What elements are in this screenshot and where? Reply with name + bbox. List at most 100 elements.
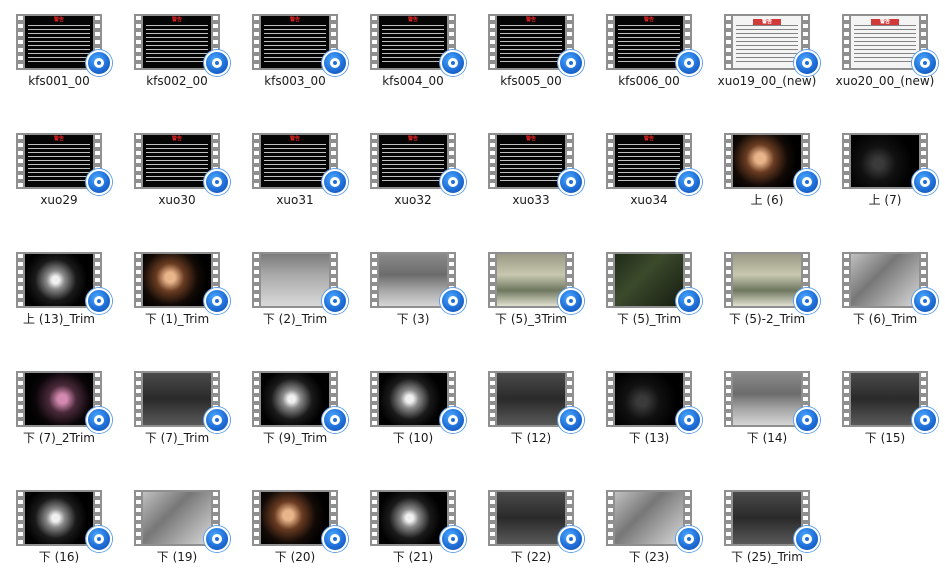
file-item[interactable]: 上 (7) — [830, 119, 940, 227]
thumbnail-frame — [261, 254, 329, 306]
thumbnail-frame: 警告 — [25, 16, 93, 68]
file-item[interactable]: 下 (7)_Trim — [122, 357, 232, 465]
film-strip-left — [134, 14, 143, 70]
video-player-icon — [558, 407, 584, 433]
file-item[interactable]: 警告 kfs001_00 — [4, 0, 114, 108]
file-item[interactable]: 下 (5)-2_Trim — [712, 238, 822, 346]
file-name-label: 下 (15) — [864, 431, 906, 445]
film-strip-left — [370, 371, 379, 427]
file-item[interactable]: 下 (5)_Trim — [594, 238, 704, 346]
video-player-icon — [86, 526, 112, 552]
film-strip-left — [606, 252, 615, 308]
file-item[interactable]: 警告 xuo33 — [476, 119, 586, 227]
film-strip-left — [370, 252, 379, 308]
video-player-icon — [86, 50, 112, 76]
file-name-label: 下 (16) — [38, 550, 80, 564]
film-strip-left — [16, 490, 25, 546]
file-name-label: kfs001_00 — [28, 74, 90, 88]
warning-text-lines — [382, 25, 444, 65]
file-item[interactable]: 警告 kfs002_00 — [122, 0, 232, 108]
thumbnail-frame: 警告 — [615, 16, 683, 68]
film-strip-left — [488, 490, 497, 546]
file-item[interactable]: 下 (9)_Trim — [240, 357, 350, 465]
file-item[interactable]: 下 (22) — [476, 476, 586, 582]
file-item[interactable]: 警告 xuo32 — [358, 119, 468, 227]
video-player-icon — [322, 169, 348, 195]
file-item[interactable]: 下 (10) — [358, 357, 468, 465]
video-player-icon — [204, 526, 230, 552]
file-item[interactable]: 上 (13)_Trim — [4, 238, 114, 346]
file-item[interactable]: 警告 kfs003_00 — [240, 0, 350, 108]
file-item[interactable]: 下 (16) — [4, 476, 114, 582]
video-player-icon — [794, 288, 820, 314]
file-item[interactable]: 下 (25)_Trim — [712, 476, 822, 582]
thumbnail-frame — [851, 254, 919, 306]
thumbnail-frame — [25, 373, 93, 425]
video-player-icon — [676, 288, 702, 314]
thumbnail-frame — [615, 254, 683, 306]
film-strip-left — [488, 371, 497, 427]
thumbnail-frame — [615, 373, 683, 425]
thumbnail-frame — [25, 492, 93, 544]
film-strip-left — [252, 371, 261, 427]
video-player-icon — [204, 407, 230, 433]
thumbnail-frame — [143, 254, 211, 306]
warning-text-lines — [146, 144, 208, 184]
file-name-label: 下 (19) — [156, 550, 198, 564]
file-item[interactable]: 警告 xuo34 — [594, 119, 704, 227]
video-player-icon — [440, 50, 466, 76]
file-item[interactable]: 下 (20) — [240, 476, 350, 582]
file-item[interactable]: 下 (13) — [594, 357, 704, 465]
file-item[interactable]: 上 (6) — [712, 119, 822, 227]
file-item[interactable]: 下 (19) — [122, 476, 232, 582]
thumbnail-frame: 警告 — [379, 16, 447, 68]
file-item[interactable]: 下 (1)_Trim — [122, 238, 232, 346]
file-item[interactable]: 下 (5)_3Trim — [476, 238, 586, 346]
file-name-label: kfs006_00 — [618, 74, 680, 88]
thumbnail-frame: 警告 — [497, 135, 565, 187]
file-name-label: xuo33 — [512, 193, 550, 207]
file-item[interactable]: 下 (23) — [594, 476, 704, 582]
file-item[interactable]: 下 (7)_2Trim — [4, 357, 114, 465]
thumbnail-frame — [261, 373, 329, 425]
file-item[interactable]: 警告 kfs005_00 — [476, 0, 586, 108]
warning-text-lines — [264, 25, 326, 65]
thumbnail-frame: 警告 — [143, 16, 211, 68]
file-name-label: xuo20_00_(new) — [835, 74, 935, 88]
file-name-label: xuo32 — [394, 193, 432, 207]
file-item[interactable]: 警告 xuo29 — [4, 119, 114, 227]
thumbnail-frame: 警告 — [143, 135, 211, 187]
file-item[interactable]: 警告 xuo30 — [122, 119, 232, 227]
thumbnail-frame: 警告 — [25, 135, 93, 187]
video-player-icon — [912, 169, 938, 195]
video-player-icon — [322, 407, 348, 433]
file-item[interactable]: 警告 xuo20_00_(new) — [830, 0, 940, 108]
video-player-icon — [440, 407, 466, 433]
thumbnail-frame — [261, 492, 329, 544]
file-item[interactable]: 下 (3) — [358, 238, 468, 346]
thumbnail-frame: 警告 — [261, 16, 329, 68]
film-strip-left — [370, 14, 379, 70]
file-item[interactable]: 下 (2)_Trim — [240, 238, 350, 346]
file-name-label: 下 (23) — [628, 550, 670, 564]
film-strip-left — [606, 490, 615, 546]
film-strip-left — [606, 133, 615, 189]
file-item[interactable]: 警告 xuo19_00_(new) — [712, 0, 822, 108]
file-item[interactable]: 下 (6)_Trim — [830, 238, 940, 346]
file-item[interactable]: 警告 kfs006_00 — [594, 0, 704, 108]
file-item[interactable]: 下 (21) — [358, 476, 468, 582]
warning-title: 警告 — [53, 17, 64, 23]
thumbnail-frame — [497, 492, 565, 544]
file-item[interactable]: 下 (12) — [476, 357, 586, 465]
video-player-icon — [558, 169, 584, 195]
file-item[interactable]: 下 (15) — [830, 357, 940, 465]
film-strip-left — [134, 133, 143, 189]
file-name-label: kfs004_00 — [382, 74, 444, 88]
thumbnail-frame — [851, 135, 919, 187]
film-strip-left — [370, 133, 379, 189]
file-item[interactable]: 下 (14) — [712, 357, 822, 465]
file-item[interactable]: 警告 kfs004_00 — [358, 0, 468, 108]
file-item[interactable]: 警告 xuo31 — [240, 119, 350, 227]
warning-text-lines — [28, 25, 90, 65]
film-strip-left — [606, 14, 615, 70]
